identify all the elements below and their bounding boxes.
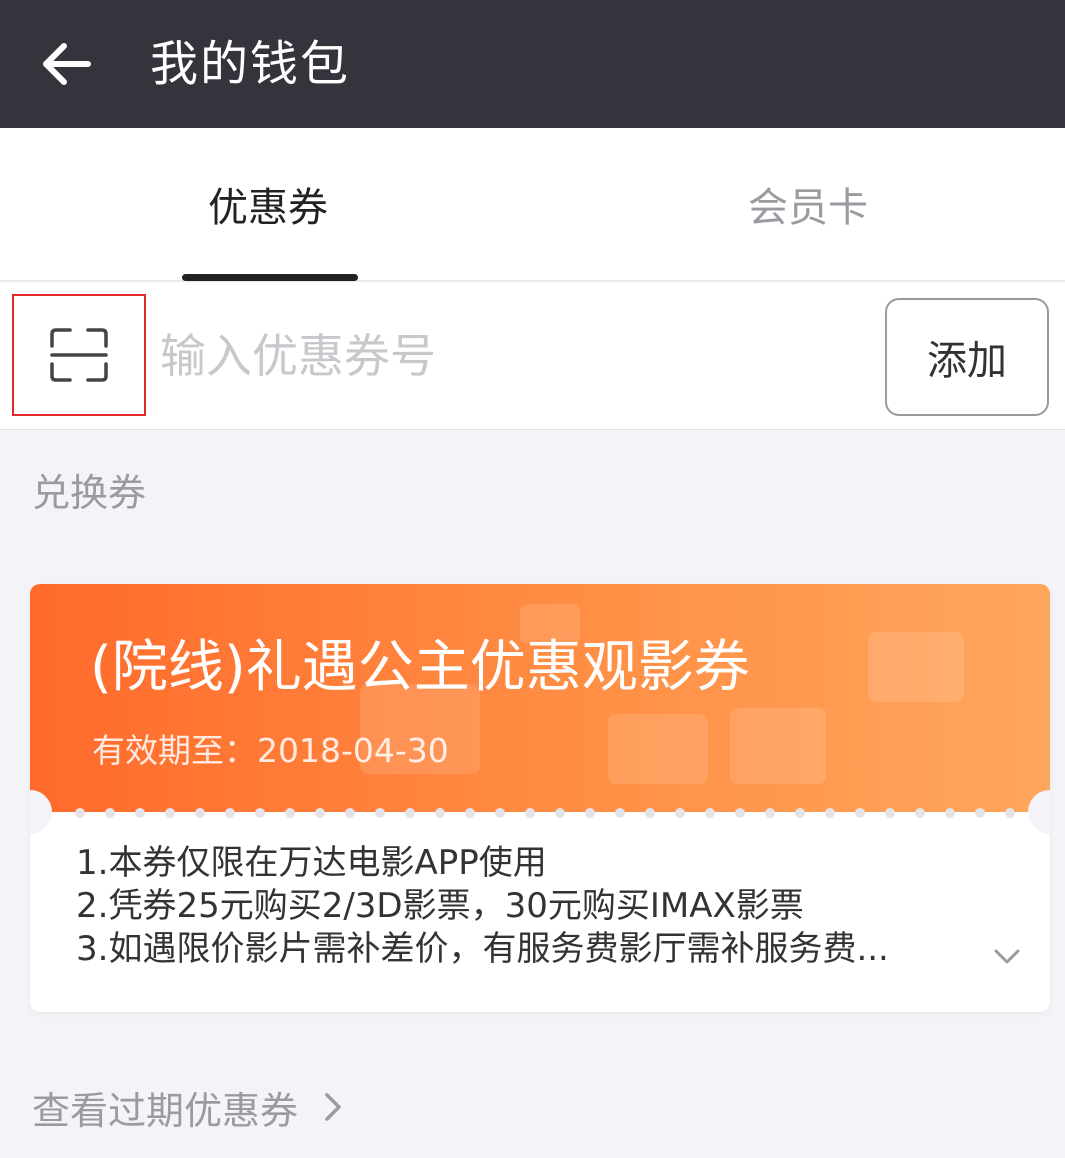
coupon-rule: 2.凭券25元购买2/3D影票，30元购买IMAX影票 xyxy=(76,886,804,926)
page-title: 我的钱包 xyxy=(150,36,351,92)
gift-decoration xyxy=(730,708,826,784)
active-tab-indicator xyxy=(182,274,358,281)
add-coupon-button[interactable]: 添加 xyxy=(885,298,1049,416)
coupon-expiry: 有效期至：2018-04-30 xyxy=(92,731,449,770)
section-title-exchange: 兑换券 xyxy=(32,471,147,515)
coupon-rules: 1.本券仅限在万达电影APP使用 2.凭券25元购买2/3D影票，30元购买IM… xyxy=(76,842,889,971)
scan-button[interactable] xyxy=(12,294,146,416)
coupon-rule: 3.如遇限价影片需补差价，有服务费影厅需补服务费... xyxy=(76,929,889,969)
scan-icon xyxy=(50,328,108,382)
coupon-card[interactable]: (院线)礼遇公主优惠观影券 有效期至：2018-04-30 1.本券仅限在万达电… xyxy=(30,584,1050,1012)
tab-bar: 优惠券 会员卡 xyxy=(0,128,1065,282)
coupon-input-row: 添加 xyxy=(0,282,1065,430)
tab-coupons[interactable]: 优惠券 xyxy=(208,180,328,236)
chevron-down-icon[interactable] xyxy=(992,942,1022,972)
back-button[interactable] xyxy=(30,28,102,100)
coupon-code-input[interactable] xyxy=(160,318,860,394)
view-expired-coupons-link[interactable]: 查看过期优惠券 xyxy=(32,1078,342,1136)
coupon-title: (院线)礼遇公主优惠观影券 xyxy=(90,635,750,700)
coupon-rule: 1.本券仅限在万达电影APP使用 xyxy=(76,843,547,883)
coupon-header: (院线)礼遇公主优惠观影券 有效期至：2018-04-30 xyxy=(30,584,1050,812)
gift-decoration xyxy=(868,632,964,702)
gift-decoration xyxy=(608,714,708,784)
arrow-left-icon xyxy=(43,43,91,85)
perforation-divider xyxy=(75,808,1015,818)
chevron-right-icon xyxy=(325,1093,341,1121)
tab-member-cards[interactable]: 会员卡 xyxy=(748,180,868,236)
app-header: 我的钱包 xyxy=(0,0,1065,128)
expired-link-label: 查看过期优惠券 xyxy=(32,1088,299,1133)
